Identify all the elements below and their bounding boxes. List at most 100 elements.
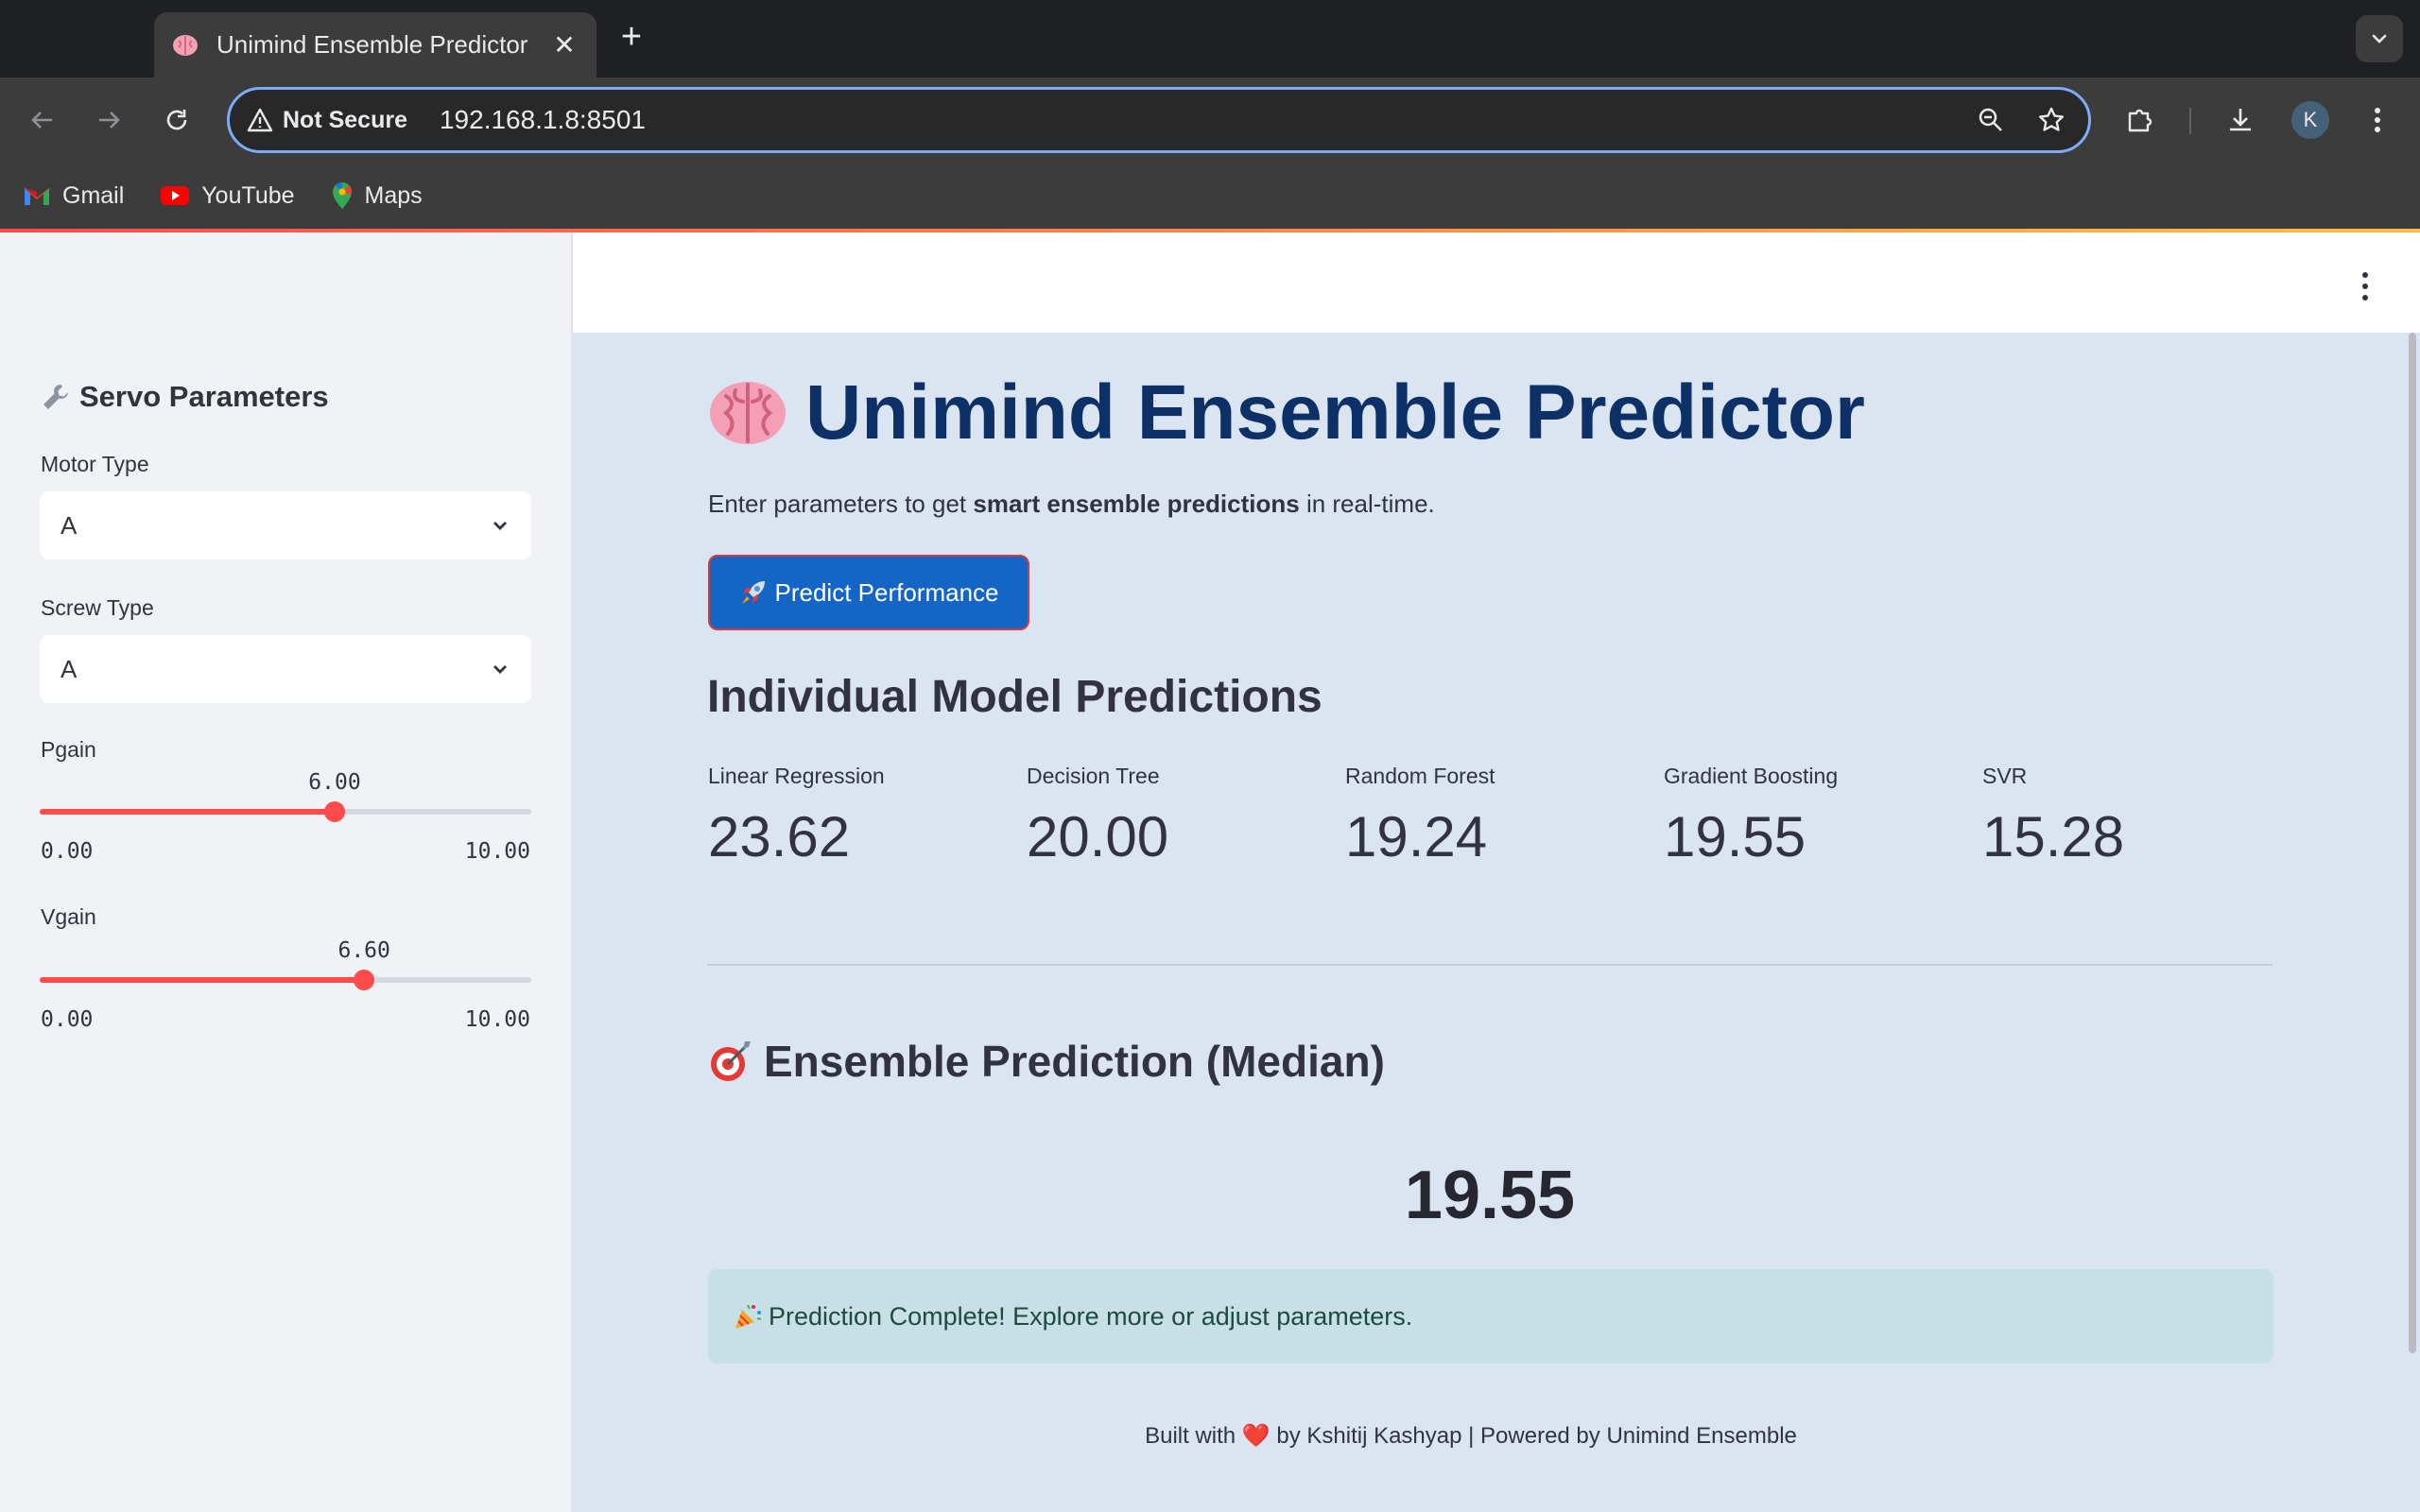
more-vert-icon bbox=[2375, 108, 2380, 132]
gmail-icon bbox=[23, 184, 51, 207]
metric-linear-regression: Linear Regression 23.62 bbox=[708, 764, 885, 869]
rocket-icon bbox=[739, 578, 768, 607]
vgain-slider-fill bbox=[40, 977, 365, 983]
page-title-text: Unimind Ensemble Predictor bbox=[805, 369, 1865, 455]
tab-close-icon[interactable]: ✕ bbox=[547, 29, 581, 60]
reload-icon bbox=[166, 110, 187, 130]
vgain-slider[interactable] bbox=[40, 970, 531, 990]
predict-button-label: Predict Performance bbox=[774, 577, 999, 607]
tab-title: Unimind Ensemble Predictor bbox=[216, 30, 528, 59]
metric-value: 20.00 bbox=[1027, 805, 1169, 868]
download-icon bbox=[2230, 109, 2251, 131]
pgain-slider[interactable] bbox=[40, 801, 531, 822]
predict-performance-button[interactable]: Predict Performance bbox=[708, 555, 1029, 630]
security-indicator[interactable]: Not Secure bbox=[247, 107, 407, 134]
puzzle-icon bbox=[2128, 109, 2152, 132]
browser-tab[interactable]: Unimind Ensemble Predictor ✕ bbox=[154, 12, 596, 77]
vgain-label: Vgain bbox=[41, 904, 96, 929]
vgain-min: 0.00 bbox=[41, 1007, 94, 1032]
browser-tab-strip: Unimind Ensemble Predictor ✕ + bbox=[0, 0, 2420, 77]
new-tab-button[interactable]: + bbox=[613, 19, 650, 57]
sidebar: Servo Parameters Motor Type A Screw Type… bbox=[0, 232, 572, 1512]
sidebar-heading: Servo Parameters bbox=[40, 380, 329, 414]
target-icon bbox=[707, 1038, 754, 1085]
tab-search-button[interactable] bbox=[2356, 15, 2403, 62]
screw-type-value: A bbox=[60, 654, 78, 683]
metric-decision-tree: Decision Tree 20.00 bbox=[1027, 764, 1168, 869]
more-vert-icon-dot bbox=[2362, 284, 2368, 289]
bookmarks-bar: Gmail YouTube Maps bbox=[0, 163, 2420, 229]
pgain-min: 0.00 bbox=[41, 839, 94, 864]
intro-text-start: Enter parameters to get bbox=[708, 490, 974, 518]
metric-value: 19.24 bbox=[1345, 805, 1488, 868]
metric-label: Random Forest bbox=[1345, 764, 1495, 788]
bookmark-gmail[interactable]: Gmail bbox=[23, 182, 124, 210]
zoom-button[interactable] bbox=[1967, 96, 2014, 144]
reload-button[interactable] bbox=[155, 98, 199, 142]
brain-icon bbox=[707, 377, 788, 449]
heart-icon: ❤️ bbox=[1241, 1423, 1270, 1449]
divider bbox=[707, 964, 2273, 966]
intro-text-end: in real-time. bbox=[1299, 490, 1435, 518]
vgain-value: 6.60 bbox=[337, 938, 390, 963]
app-header bbox=[573, 232, 2420, 333]
motor-type-value: A bbox=[60, 510, 78, 540]
metric-label: SVR bbox=[1982, 764, 2028, 788]
scrollbar[interactable] bbox=[2409, 333, 2416, 1353]
screw-type-select[interactable]: A bbox=[40, 635, 531, 703]
footer: Built with ❤️ by Kshitij Kashyap | Power… bbox=[707, 1422, 2235, 1450]
pgain-slider-fill bbox=[40, 809, 335, 815]
bookmark-label: Maps bbox=[364, 181, 423, 209]
page-title: Unimind Ensemble Predictor bbox=[707, 369, 1865, 457]
vgain-max: 10.00 bbox=[464, 1007, 530, 1032]
forward-button[interactable] bbox=[87, 98, 130, 142]
intro-text-bold: smart ensemble predictions bbox=[973, 490, 1300, 518]
pgain-max: 10.00 bbox=[464, 839, 530, 864]
motor-type-label: Motor Type bbox=[41, 452, 149, 476]
bookmark-youtube[interactable]: YouTube bbox=[160, 181, 295, 210]
ensemble-heading-text: Ensemble Prediction (Median) bbox=[764, 1037, 1385, 1086]
footer-text-end: by Kshitij Kashyap | Powered by Unimind … bbox=[1270, 1423, 1797, 1449]
vgain-slider-thumb[interactable] bbox=[354, 970, 375, 990]
brain-icon bbox=[171, 31, 199, 60]
success-message: Prediction Complete! Explore more or adj… bbox=[769, 1301, 1413, 1331]
forward-arrow-icon bbox=[99, 112, 120, 129]
chevron-down-icon bbox=[493, 522, 507, 530]
ensemble-value: 19.55 bbox=[1404, 1158, 1576, 1233]
metric-value: 19.55 bbox=[1664, 805, 1806, 868]
chevron-down-icon bbox=[2372, 34, 2387, 43]
profile-avatar[interactable]: K bbox=[2291, 101, 2329, 139]
metric-svr: SVR 15.28 bbox=[1982, 764, 2124, 869]
back-button[interactable] bbox=[21, 98, 64, 142]
screw-type-label: Screw Type bbox=[41, 595, 154, 620]
metric-gradient-boosting: Gradient Boosting 19.55 bbox=[1664, 764, 1838, 869]
party-popper-icon bbox=[733, 1301, 763, 1332]
pgain-slider-thumb[interactable] bbox=[324, 801, 345, 822]
bookmark-label: Gmail bbox=[62, 181, 125, 209]
bookmark-star-button[interactable] bbox=[2028, 96, 2075, 144]
ensemble-heading: Ensemble Prediction (Median) bbox=[707, 1036, 1385, 1087]
warning-icon bbox=[247, 108, 273, 132]
not-secure-label: Not Secure bbox=[283, 106, 407, 133]
wrench-icon bbox=[40, 381, 72, 413]
bookmark-label: YouTube bbox=[201, 181, 295, 209]
toolbar-divider bbox=[2189, 108, 2191, 134]
motor-type-select[interactable]: A bbox=[40, 491, 531, 559]
app-menu-button[interactable] bbox=[2356, 272, 2375, 301]
youtube-icon bbox=[160, 184, 190, 207]
url-text[interactable]: 192.168.1.8:8501 bbox=[440, 105, 1967, 135]
sidebar-heading-text: Servo Parameters bbox=[79, 380, 329, 413]
downloads-button[interactable] bbox=[2219, 98, 2262, 142]
bookmark-maps[interactable]: Maps bbox=[331, 181, 423, 210]
star-icon bbox=[2039, 107, 2064, 131]
extensions-button[interactable] bbox=[2118, 98, 2162, 142]
more-vert-icon bbox=[2362, 272, 2368, 278]
browser-menu-button[interactable] bbox=[2356, 98, 2399, 142]
metric-label: Linear Regression bbox=[708, 764, 885, 788]
zoom-icon bbox=[1979, 108, 2002, 131]
metric-value: 23.62 bbox=[708, 805, 851, 868]
back-arrow-icon bbox=[31, 112, 52, 129]
chevron-down-icon bbox=[493, 665, 507, 674]
more-vert-icon-dot bbox=[2362, 295, 2368, 301]
address-bar[interactable]: Not Secure 192.168.1.8:8501 bbox=[227, 87, 2091, 153]
